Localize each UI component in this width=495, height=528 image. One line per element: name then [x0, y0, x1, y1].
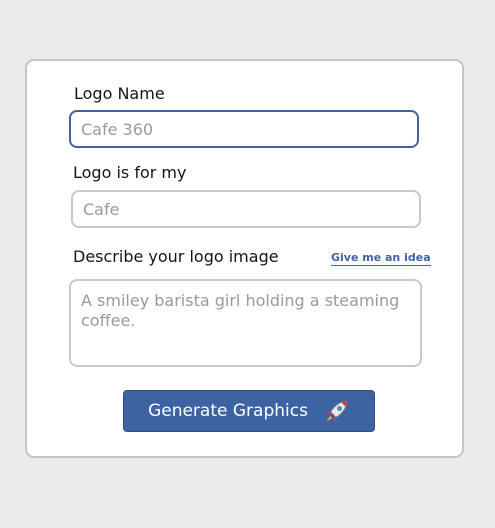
describe-logo-textarea[interactable] [69, 279, 422, 367]
describe-logo-label: Describe your logo image [73, 247, 279, 266]
logo-for-label: Logo is for my [73, 163, 187, 182]
logo-for-input[interactable] [71, 190, 421, 228]
rocket-icon [324, 398, 350, 424]
generate-graphics-label: Generate Graphics [148, 401, 308, 421]
give-me-an-idea-link[interactable]: Give me an idea [331, 251, 431, 266]
logo-name-label: Logo Name [74, 84, 165, 103]
generate-graphics-button[interactable]: Generate Graphics [123, 390, 375, 432]
logo-name-input[interactable] [69, 110, 419, 148]
